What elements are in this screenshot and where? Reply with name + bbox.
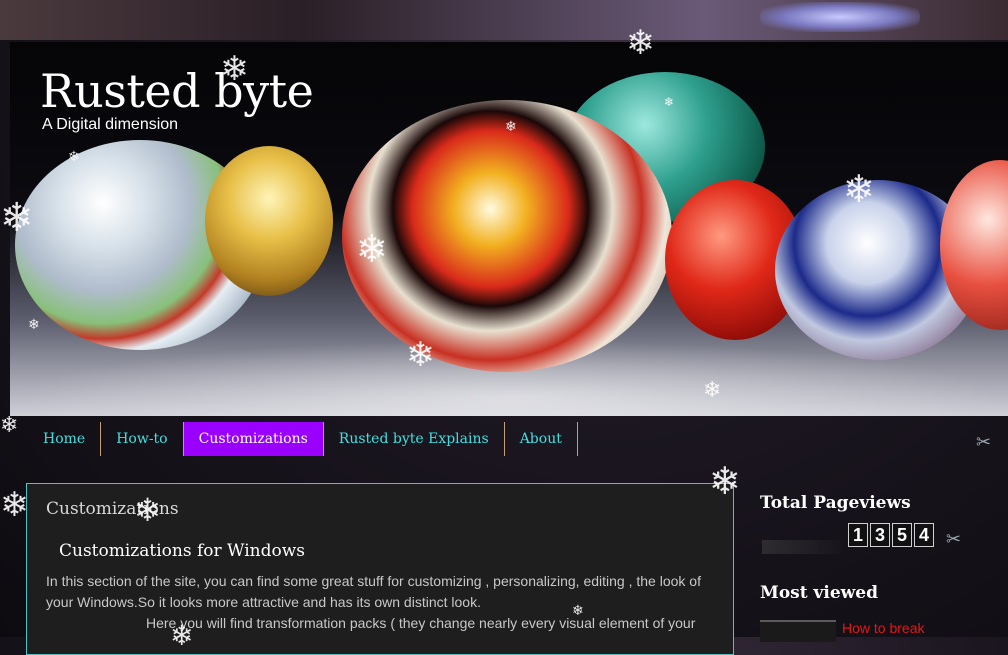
post-paragraph: Here you will find transformation packs … (146, 615, 696, 631)
post-thumbnail[interactable] (760, 620, 836, 642)
snowflake-icon: ❄ (134, 491, 161, 529)
snowflake-icon: ❄ (406, 335, 435, 375)
snowflake-icon: ❄ (626, 23, 655, 63)
snowflake-icon: ❄ (0, 485, 29, 525)
snowflake-icon: ❄ (703, 378, 722, 403)
snowflake-icon: ❄ (664, 95, 675, 109)
blog-header: Rusted byte A Digital dimension (10, 42, 1008, 416)
snowflake-icon: ❄ (0, 195, 34, 241)
pageviews-widget-title: Total Pageviews (760, 493, 911, 513)
post-body: In this section of the site, you can fin… (46, 571, 726, 634)
pageviews-sparkline (762, 540, 842, 554)
pageviews-counter: 1 3 5 4 (848, 523, 934, 547)
blog-title[interactable]: Rusted byte (40, 64, 314, 118)
snowflake-icon: ❄ (843, 167, 875, 211)
snowflake-icon: ❄ (709, 459, 741, 503)
snowflake-icon: ❄ (220, 49, 249, 89)
snowflake-icon: ❄ (0, 413, 19, 438)
snowflake-icon: ❄ (505, 119, 517, 135)
snowflake-icon: ❄ (572, 603, 584, 619)
post-title[interactable]: Customizations for Windows (59, 541, 305, 561)
snowflake-icon: ❄ (28, 317, 40, 333)
post-paragraph: In this section of the site, you can fin… (46, 573, 701, 610)
most-viewed-widget-title: Most viewed (760, 583, 878, 603)
snowflake-icon: ❄ (170, 619, 194, 652)
nav-item-how-to[interactable]: How-to (101, 422, 184, 456)
wrench-icon[interactable]: ✂ (946, 529, 961, 550)
counter-digit: 1 (848, 523, 868, 547)
nav-item-customizations[interactable]: Customizations (183, 422, 324, 456)
nav-item-home[interactable]: Home (28, 422, 102, 456)
nav-item-about[interactable]: About (505, 422, 578, 456)
counter-digit: 3 (870, 523, 890, 547)
background-glow (760, 2, 920, 32)
post-card: Customizations Customizations for Window… (26, 483, 734, 655)
nav-item-rusted-byte-explains[interactable]: Rusted byte Explains (324, 422, 505, 456)
counter-digit: 4 (914, 523, 934, 547)
snowflake-icon: ❄ (356, 227, 388, 271)
blog-description: A Digital dimension (42, 116, 179, 133)
most-viewed-link[interactable]: How to break (842, 620, 924, 636)
main-nav: Home How-to Customizations Rusted byte E… (28, 422, 578, 456)
snowflake-icon: ❄ (68, 149, 80, 165)
wrench-icon[interactable]: ✂ (976, 432, 991, 453)
counter-digit: 5 (892, 523, 912, 547)
header-marble (205, 146, 333, 296)
header-marble (342, 100, 672, 372)
top-background-strip (0, 0, 1008, 40)
